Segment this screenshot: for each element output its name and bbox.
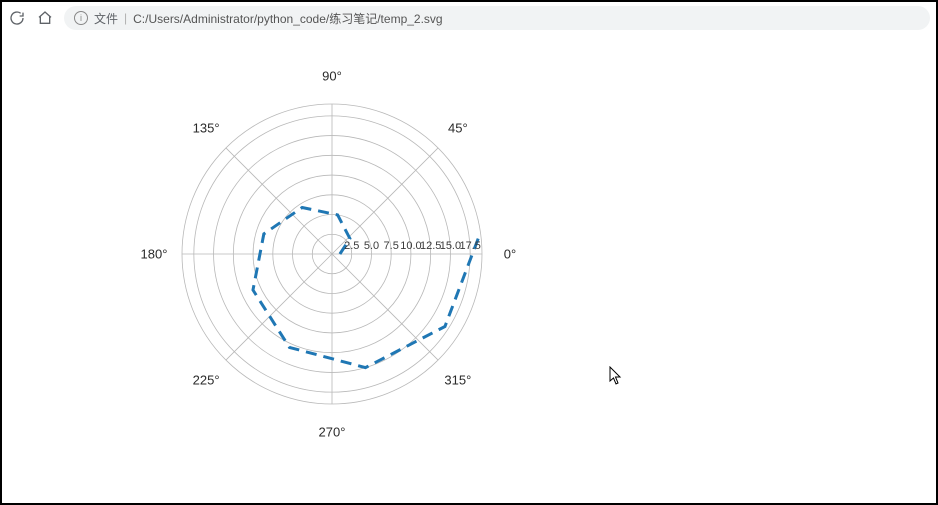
angle-label: 90° (322, 69, 342, 84)
polar-chart: 0° 45° 90° 135° 180° 225° 270° 315° 2.5 5.0 7.510.… (132, 54, 532, 454)
radial-tick-label: 7.5 (384, 240, 399, 252)
reload-icon[interactable] (8, 9, 26, 27)
radial-tick-label: 15.0 (440, 240, 461, 252)
radial-tick-label: 17.5 (459, 240, 480, 252)
address-info-label: 文件 (94, 10, 118, 27)
address-bar[interactable]: i 文件 | C:/Users/Administrator/python_cod… (64, 6, 930, 30)
angle-label: 225° (193, 372, 220, 387)
home-icon[interactable] (36, 9, 54, 27)
angle-label: 315° (444, 372, 471, 387)
angle-label: 0° (504, 247, 516, 262)
radial-tick-label: 2.5 (344, 240, 359, 252)
browser-toolbar: i 文件 | C:/Users/Administrator/python_cod… (2, 2, 936, 34)
page-content: 0° 45° 90° 135° 180° 225° 270° 315° 2.5 5.0 7.510.… (2, 34, 936, 503)
address-separator: | (124, 11, 127, 25)
radial-tick-label: 10.0 (400, 240, 421, 252)
angle-label: 135° (193, 121, 220, 136)
radial-tick-label: 12.5 (420, 240, 441, 252)
angle-label: 270° (319, 425, 346, 440)
angle-label: 45° (448, 121, 468, 136)
radial-tick-label: 5.0 (364, 240, 379, 252)
polar-grid-svg (132, 54, 532, 454)
mouse-cursor (609, 366, 623, 386)
address-path: C:/Users/Administrator/python_code/练习笔记/… (133, 10, 442, 27)
info-icon[interactable]: i (74, 11, 88, 25)
angle-label: 180° (141, 247, 168, 262)
